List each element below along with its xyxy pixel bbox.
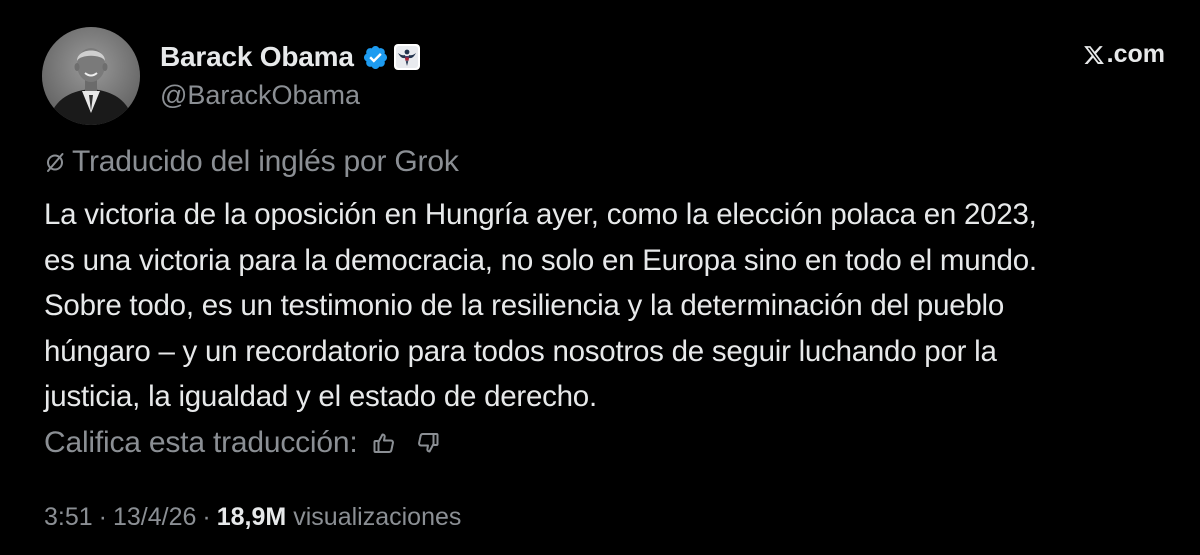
- tweet-text: La victoria de la oposición en Hungría a…: [44, 198, 1037, 413]
- tweet-meta: 3:51 · 13/4/26 · 18,9M visualizaciones: [44, 497, 461, 537]
- avatar-image: [42, 27, 140, 125]
- meta-separator: ·: [202, 502, 211, 531]
- author-handle[interactable]: @BarackObama: [160, 80, 360, 111]
- author-display-name[interactable]: Barack Obama: [160, 41, 354, 73]
- translation-label[interactable]: Traducido del inglés por Grok: [72, 145, 459, 179]
- tweet-time[interactable]: 3:51: [44, 503, 93, 532]
- brand-watermark: .com: [1083, 40, 1165, 69]
- rate-translation-row: Califica esta traducción:: [44, 421, 440, 465]
- tweet-date[interactable]: 13/4/26: [113, 503, 196, 532]
- meta-separator: ·: [98, 502, 107, 531]
- author-name-row: Barack Obama: [160, 38, 420, 76]
- grok-icon: [44, 151, 66, 173]
- thumbs-down-icon[interactable]: [416, 431, 440, 455]
- verified-badge-icon[interactable]: [362, 44, 389, 71]
- brand-label: .com: [1106, 40, 1165, 68]
- x-logo-icon: [1083, 44, 1105, 66]
- avatar[interactable]: [42, 27, 140, 125]
- views-count: 18,9M: [216, 502, 287, 531]
- thumbs-up-icon[interactable]: [372, 431, 396, 455]
- views-label: visualizaciones: [293, 502, 462, 531]
- us-seal-icon[interactable]: [393, 44, 420, 70]
- tweet-card: Barack Obama @BarackObama .com Traducido…: [0, 0, 1200, 555]
- rate-translation-label: Califica esta traducción:: [44, 426, 358, 459]
- translation-indicator: Traducido del inglés por Grok: [44, 140, 459, 184]
